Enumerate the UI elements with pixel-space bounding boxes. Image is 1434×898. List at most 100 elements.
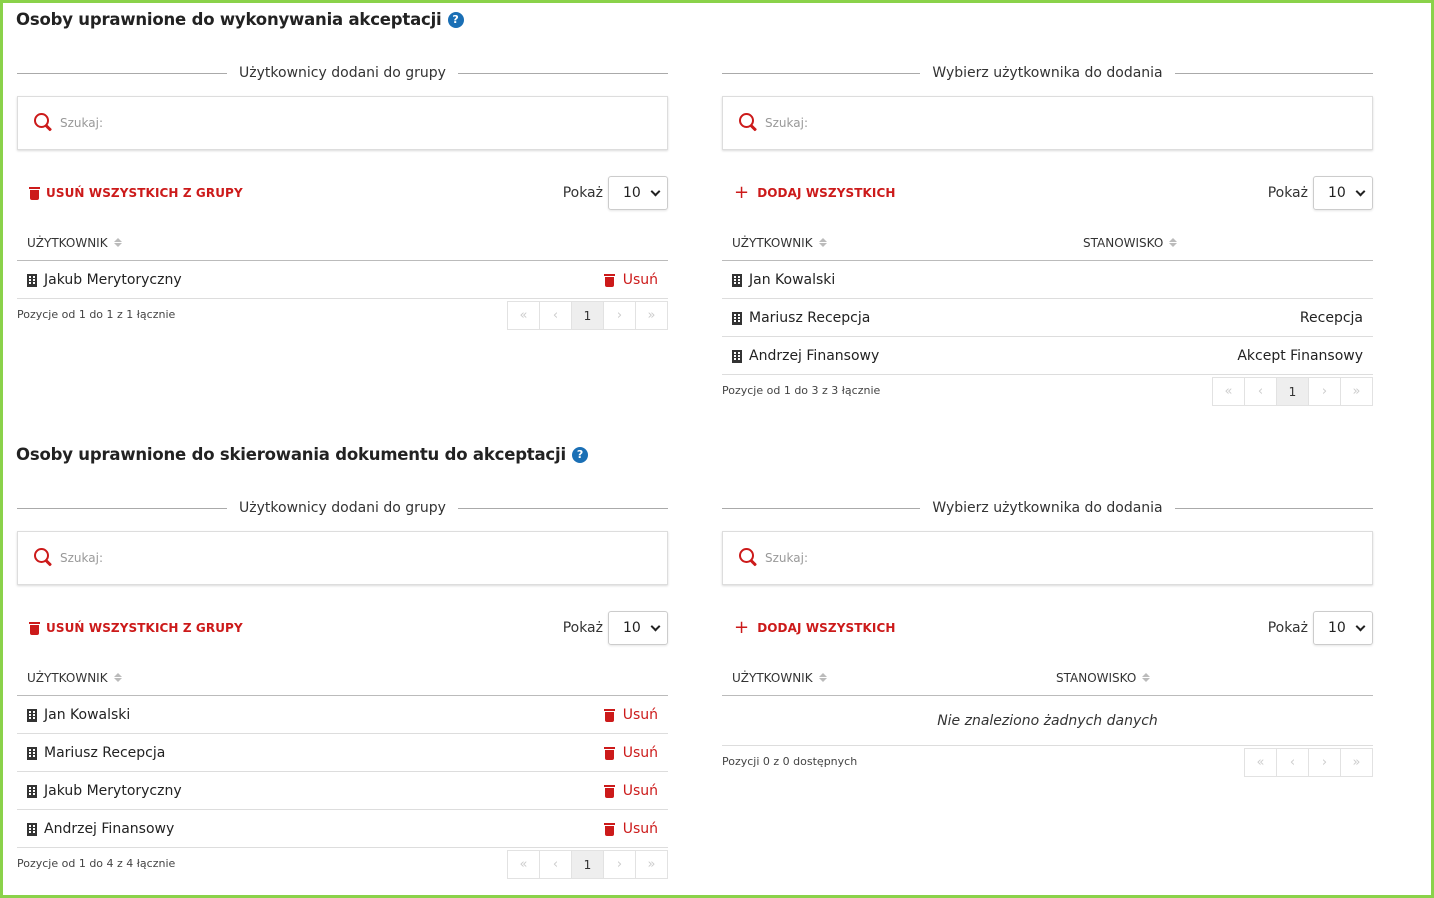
table-row[interactable]: Mariusz Recepcja Recepcja [722,299,1373,337]
pagination: « ‹ › » [1244,748,1373,777]
add-all-label: DODAJ WSZYSTKICH [757,621,896,635]
panel-heading-text: Użytkownicy dodani do grupy [239,500,446,516]
user-cell: Jan Kowalski [27,696,130,734]
column-header-position[interactable]: STANOWISKO [1056,670,1151,685]
prev-page-button[interactable]: ‹ [1276,748,1309,777]
help-icon[interactable]: ? [447,11,464,28]
page-size-label: Pokaż [1267,185,1308,201]
user-name: Andrzej Finansowy [749,348,880,364]
user-name: Andrzej Finansowy [44,821,175,837]
panel-group-members: Użytkownicy dodani do grupy USUŃ WSZYSTK… [17,63,669,343]
prev-page-button[interactable]: ‹ [1244,377,1277,406]
user-name: Mariusz Recepcja [749,310,871,326]
page-size-value: 10 [623,620,641,636]
user-name: Jakub Merytoryczny [44,272,182,288]
next-page-button[interactable]: › [603,301,636,330]
remove-all-button[interactable]: USUŃ WSZYSTKICH Z GRUPY [17,186,243,200]
remove-user-button[interactable]: Usuń [603,734,658,772]
prev-page-button[interactable]: ‹ [539,850,572,879]
toolbar: USUŃ WSZYSTKICH Z GRUPY Pokaż 10 [17,610,668,646]
remove-all-button[interactable]: USUŃ WSZYSTKICH Z GRUPY [17,621,243,635]
next-page-button[interactable]: › [603,850,636,879]
section-title-text: Osoby uprawnione do wykonywania akceptac… [16,10,442,29]
table-row[interactable]: Jan Kowalski [722,261,1373,299]
page-button[interactable]: 1 [1276,377,1309,406]
add-all-button[interactable]: + DODAJ WSZYSTKICH [722,619,896,637]
pagination: « ‹ 1 › » [507,850,668,879]
building-icon [27,822,37,836]
next-page-button[interactable]: › [1308,748,1341,777]
last-page-button[interactable]: » [635,301,668,330]
column-header-label: STANOWISKO [1083,235,1164,250]
column-header-label: STANOWISKO [1056,670,1137,685]
table-row: Mariusz Recepcja Usuń [17,734,668,772]
last-page-button[interactable]: » [635,850,668,879]
add-all-button[interactable]: + DODAJ WSZYSTKICH [722,184,896,202]
page-size-label: Pokaż [562,620,603,636]
prev-page-button[interactable]: ‹ [539,301,572,330]
column-header-user[interactable]: UŻYTKOWNIK [27,236,122,250]
sort-icon [113,238,122,247]
pagination: « ‹ 1 › » [507,301,668,330]
help-icon[interactable]: ? [571,446,588,463]
section-title-approval: Osoby uprawnione do wykonywania akceptac… [16,10,464,29]
page-size-select[interactable]: 10 [1313,611,1373,645]
search-input[interactable] [765,116,1265,130]
members-table: UŻYTKOWNIK Jakub Merytoryczny Usuń Pozyc… [17,225,668,333]
building-icon [732,349,742,363]
toolbar: USUŃ WSZYSTKICH Z GRUPY Pokaż 10 [17,175,668,211]
divider [722,72,921,74]
page-size-value: 10 [623,185,641,201]
first-page-button[interactable]: « [1212,377,1245,406]
remove-all-label: USUŃ WSZYSTKICH Z GRUPY [46,186,243,200]
plus-icon: + [734,182,750,203]
page-button[interactable]: 1 [571,850,604,879]
column-header-user[interactable]: UŻYTKOWNIK [732,236,827,250]
table-footer: Pozycje od 1 do 1 z 1 łącznie « ‹ 1 › » [17,299,668,333]
column-header-position[interactable]: STANOWISKO [1083,235,1178,250]
user-name: Jan Kowalski [44,707,131,723]
last-page-button[interactable]: » [1340,377,1373,406]
empty-message: Nie znaleziono żadnych danych [722,696,1373,746]
page-size-select[interactable]: 10 [608,176,668,210]
user-cell: Andrzej Finansowy [732,337,879,375]
search-box[interactable] [722,96,1373,150]
page-size-select[interactable]: 10 [608,611,668,645]
search-box[interactable] [722,531,1373,585]
remove-user-button[interactable]: Usuń [603,261,658,299]
table-info: Pozycje od 1 do 4 z 4 łącznie [17,857,176,870]
last-page-button[interactable]: » [1340,748,1373,777]
search-icon [34,113,54,133]
search-input[interactable] [60,116,560,130]
first-page-button[interactable]: « [507,850,540,879]
table-header: UŻYTKOWNIK [17,660,668,696]
remove-user-button[interactable]: Usuń [603,696,658,734]
available-users-table: UŻYTKOWNIK STANOWISKO Nie znaleziono żad… [722,660,1373,780]
column-header-label: UŻYTKOWNIK [27,235,108,250]
user-cell: Mariusz Recepcja [732,299,870,337]
table-info: Pozycji 0 z 0 dostępnych [722,755,858,768]
page-size-select[interactable]: 10 [1313,176,1373,210]
remove-user-button[interactable]: Usuń [603,772,658,810]
panel-heading-text: Wybierz użytkownika do dodania [932,500,1163,516]
table-row[interactable]: Andrzej Finansowy Akcept Finansowy [722,337,1373,375]
column-header-user[interactable]: UŻYTKOWNIK [27,671,122,685]
table-row: Jakub Merytoryczny Usuń [17,772,668,810]
search-box[interactable] [17,96,668,150]
first-page-button[interactable]: « [507,301,540,330]
column-header-user[interactable]: UŻYTKOWNIK [732,671,827,685]
divider [457,72,669,74]
remove-user-button[interactable]: Usuń [603,810,658,848]
next-page-button[interactable]: › [1308,377,1341,406]
search-input[interactable] [765,551,1265,565]
search-box[interactable] [17,531,668,585]
page-button[interactable]: 1 [571,301,604,330]
first-page-button[interactable]: « [1244,748,1277,777]
table-row: Jan Kowalski Usuń [17,696,668,734]
column-header-label: UŻYTKOWNIK [27,670,108,685]
panel-available-users: Wybierz użytkownika do dodania + DODAJ W… [722,63,1374,413]
user-name: Mariusz Recepcja [44,745,166,761]
page-size-control: Pokaż 10 [1268,611,1373,645]
building-icon [732,311,742,325]
search-input[interactable] [60,551,560,565]
